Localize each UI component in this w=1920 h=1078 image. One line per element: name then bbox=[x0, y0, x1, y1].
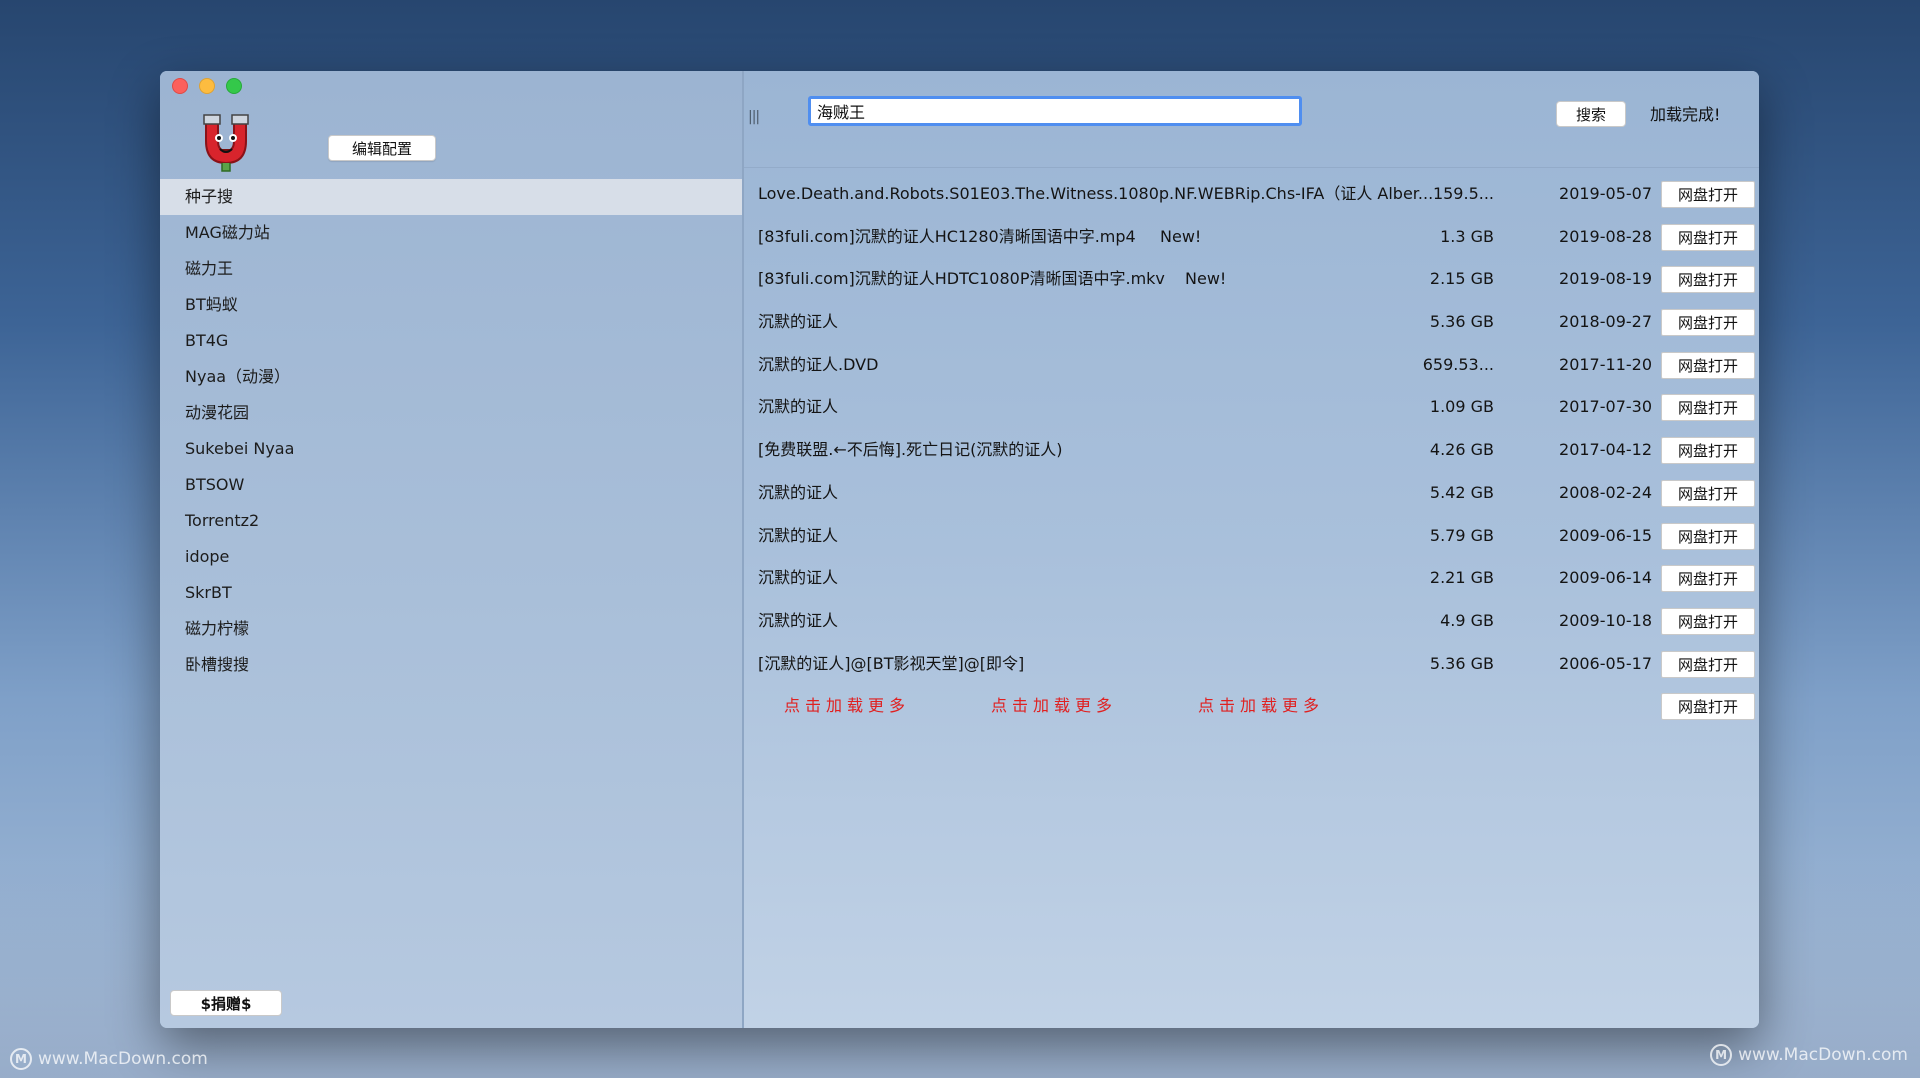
macdown-logo-icon: M bbox=[1710, 1044, 1733, 1066]
result-date: 2017-04-12 bbox=[1559, 440, 1652, 460]
zoom-window-button[interactable] bbox=[226, 78, 242, 94]
sidebar-item[interactable]: 动漫花园 bbox=[160, 395, 742, 431]
result-size: 659.53... bbox=[1422, 354, 1494, 374]
open-netdisk-button[interactable]: 网盘打开 bbox=[1661, 479, 1755, 507]
results-list: Love.Death.and.Robots.S01E03.The.Witness… bbox=[744, 173, 1759, 728]
result-size: 4.9 GB bbox=[1440, 610, 1494, 630]
result-row[interactable]: 沉默的证人 5.79 GB 2009-06-15 网盘打开 bbox=[744, 515, 1759, 558]
search-input[interactable] bbox=[808, 96, 1302, 126]
result-row[interactable]: 沉默的证人 5.36 GB 2018-09-27 网盘打开 bbox=[744, 301, 1759, 344]
open-netdisk-button[interactable]: 网盘打开 bbox=[1661, 223, 1755, 251]
load-more-link[interactable]: 点击加载更多 bbox=[991, 685, 1117, 727]
open-netdisk-button[interactable]: 网盘打开 bbox=[1661, 266, 1755, 294]
result-size: 1.09 GB bbox=[1429, 397, 1494, 417]
sidebar-item[interactable]: 磁力王 bbox=[160, 251, 742, 287]
magnet-mascot-icon bbox=[198, 111, 254, 173]
result-size: 1.3 GB bbox=[1440, 226, 1494, 246]
sidebar-item[interactable]: 卧槽搜搜 bbox=[160, 647, 742, 683]
main-panel: ||| 搜索 加载完成! Love.Death.and.Robots.S01E0… bbox=[744, 71, 1759, 1028]
load-more-link[interactable]: 点击加载更多 bbox=[784, 685, 910, 727]
watermark-text: www.MacDown.com bbox=[38, 1049, 208, 1069]
result-row[interactable]: 沉默的证人 5.42 GB 2008-02-24 网盘打开 bbox=[744, 472, 1759, 515]
result-size: 5.79 GB bbox=[1429, 525, 1494, 545]
window-controls bbox=[172, 78, 242, 94]
open-netdisk-button[interactable]: 网盘打开 bbox=[1661, 693, 1755, 721]
sidebar: 编辑配置 种子搜 MAG磁力站 磁力王 BT蚂蚁 BT4G Nyaa（动漫） 动漫花园 Suk… bbox=[160, 71, 744, 1028]
app-window: 编辑配置 种子搜 MAG磁力站 磁力王 BT蚂蚁 BT4G Nyaa（动漫） 动漫花园 Suk… bbox=[160, 71, 1759, 1028]
result-size: 159.5... bbox=[1432, 184, 1494, 203]
status-text: 加载完成! bbox=[1650, 105, 1721, 124]
open-netdisk-button[interactable]: 网盘打开 bbox=[1661, 351, 1755, 379]
sidebar-item[interactable]: BT4G bbox=[160, 323, 742, 359]
result-date: 2009-06-14 bbox=[1559, 568, 1652, 588]
watermark-right: M www.MacDown.com bbox=[1710, 1044, 1908, 1066]
load-more-link[interactable]: 点击加载更多 bbox=[1198, 685, 1324, 727]
sidebar-item[interactable]: 磁力柠檬 bbox=[160, 611, 742, 647]
result-date: 2009-06-15 bbox=[1559, 525, 1652, 545]
result-date: 2018-09-27 bbox=[1559, 312, 1652, 332]
close-window-button[interactable] bbox=[172, 78, 188, 94]
result-row[interactable]: 沉默的证人.DVD 659.53... 2017-11-20 网盘打开 bbox=[744, 344, 1759, 387]
result-date: 2017-11-20 bbox=[1559, 354, 1652, 374]
result-date: 2009-10-18 bbox=[1559, 610, 1652, 630]
result-size: 2.15 GB bbox=[1429, 269, 1494, 289]
result-title: [83fuli.com]沉默的证人HDTC1080P清晰国语中字.mkv bbox=[758, 269, 1165, 289]
minimize-window-button[interactable] bbox=[199, 78, 215, 94]
open-netdisk-button[interactable]: 网盘打开 bbox=[1661, 522, 1755, 550]
result-size: 5.36 GB bbox=[1429, 312, 1494, 332]
sidebar-item[interactable]: BTSOW bbox=[160, 467, 742, 503]
result-size: 5.36 GB bbox=[1429, 653, 1494, 673]
result-size: 4.26 GB bbox=[1429, 440, 1494, 460]
edit-config-button[interactable]: 编辑配置 bbox=[328, 135, 436, 161]
new-badge: New! bbox=[1160, 226, 1202, 246]
sidebar-item[interactable]: Sukebei Nyaa bbox=[160, 431, 742, 467]
result-size: 5.42 GB bbox=[1429, 482, 1494, 502]
result-row[interactable]: [沉默的证人]@[BT影视天堂]@[即令] 5.36 GB 2006-05-17 网盘… bbox=[744, 643, 1759, 686]
result-date: 2006-05-17 bbox=[1559, 653, 1652, 673]
sidebar-item[interactable]: Torrentz2 bbox=[160, 503, 742, 539]
open-netdisk-button[interactable]: 网盘打开 bbox=[1661, 437, 1755, 465]
sidebar-item[interactable]: MAG磁力站 bbox=[160, 215, 742, 251]
open-netdisk-button[interactable]: 网盘打开 bbox=[1661, 309, 1755, 337]
result-date: 2019-05-07 bbox=[1559, 184, 1652, 203]
open-netdisk-button[interactable]: 网盘打开 bbox=[1661, 607, 1755, 635]
result-date: 2017-07-30 bbox=[1559, 397, 1652, 417]
sidebar-item[interactable]: 种子搜 bbox=[160, 179, 742, 215]
split-handle-icon[interactable]: ||| bbox=[748, 109, 760, 125]
result-row[interactable]: Love.Death.and.Robots.S01E03.The.Witness… bbox=[744, 173, 1759, 216]
result-row[interactable]: 沉默的证人 4.9 GB 2009-10-18 网盘打开 bbox=[744, 600, 1759, 643]
load-more-row: 点击加载更多 点击加载更多 点击加载更多 网盘打开 bbox=[744, 685, 1759, 728]
result-size: 2.21 GB bbox=[1429, 568, 1494, 588]
toolbar: ||| 搜索 加载完成! bbox=[744, 71, 1759, 168]
watermark-text: www.MacDown.com bbox=[1738, 1045, 1908, 1065]
sidebar-item[interactable]: Nyaa（动漫） bbox=[160, 359, 742, 395]
result-date: 2019-08-28 bbox=[1559, 226, 1652, 246]
result-row[interactable]: 沉默的证人 1.09 GB 2017-07-30 网盘打开 bbox=[744, 386, 1759, 429]
result-date: 2008-02-24 bbox=[1559, 482, 1652, 502]
result-row[interactable]: [83fuli.com]沉默的证人HC1280清晰国语中字.mp4 New! 1.3… bbox=[744, 216, 1759, 259]
watermark-left: M www.MacDown.com bbox=[10, 1048, 208, 1070]
result-row[interactable]: [83fuli.com]沉默的证人HDTC1080P清晰国语中字.mkv New!… bbox=[744, 258, 1759, 301]
macdown-logo-icon: M bbox=[10, 1048, 32, 1070]
result-row[interactable]: [免费联盟.←不后悔].死亡日记(沉默的证人) 4.26 GB 2017-04-12… bbox=[744, 429, 1759, 472]
sidebar-item[interactable]: idope bbox=[160, 539, 742, 575]
site-list: 种子搜 MAG磁力站 磁力王 BT蚂蚁 BT4G Nyaa（动漫） 动漫花园 Sukebei … bbox=[160, 179, 742, 683]
open-netdisk-button[interactable]: 网盘打开 bbox=[1661, 650, 1755, 678]
search-button[interactable]: 搜索 bbox=[1556, 101, 1626, 127]
donate-button[interactable]: $捐赠$ bbox=[170, 990, 282, 1016]
result-date: 2019-08-19 bbox=[1559, 269, 1652, 289]
sidebar-item[interactable]: BT蚂蚁 bbox=[160, 287, 742, 323]
sidebar-item[interactable]: SkrBT bbox=[160, 575, 742, 611]
result-title: [83fuli.com]沉默的证人HC1280清晰国语中字.mp4 bbox=[758, 226, 1136, 246]
open-netdisk-button[interactable]: 网盘打开 bbox=[1661, 181, 1755, 208]
result-row[interactable]: 沉默的证人 2.21 GB 2009-06-14 网盘打开 bbox=[744, 557, 1759, 600]
new-badge: New! bbox=[1185, 269, 1227, 289]
open-netdisk-button[interactable]: 网盘打开 bbox=[1661, 394, 1755, 422]
open-netdisk-button[interactable]: 网盘打开 bbox=[1661, 565, 1755, 593]
